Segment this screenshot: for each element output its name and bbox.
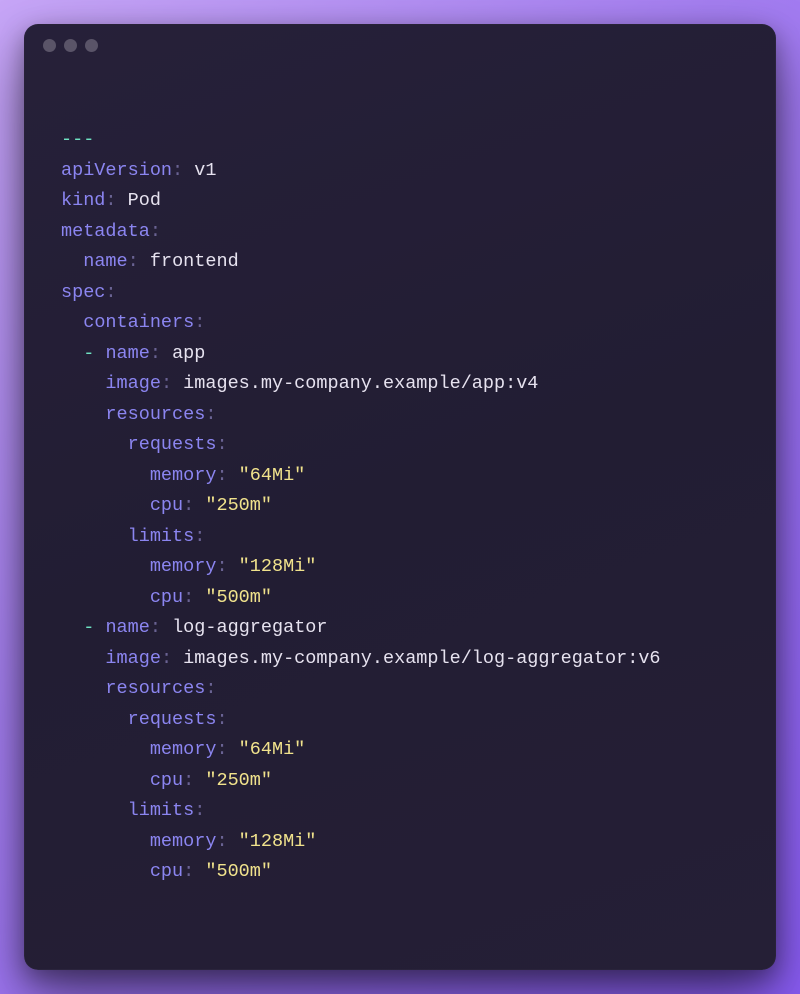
yaml-string: "250m" <box>205 770 272 791</box>
code-window: ---apiVersion: v1kind: Podmetadata: name… <box>24 24 776 970</box>
yaml-value: images.my-company.example/app:v4 <box>183 373 538 394</box>
yaml-key: name <box>83 251 127 272</box>
yaml-key: cpu <box>150 587 183 608</box>
yaml-key: image <box>105 648 161 669</box>
code-editor[interactable]: ---apiVersion: v1kind: Podmetadata: name… <box>25 65 775 969</box>
yaml-colon: : <box>216 556 227 577</box>
yaml-string: "128Mi" <box>239 556 317 577</box>
yaml-key: requests <box>128 434 217 455</box>
yaml-key: name <box>105 617 149 638</box>
code-line: memory: "128Mi" <box>61 827 739 858</box>
code-line: cpu: "500m" <box>61 583 739 614</box>
yaml-colon: : <box>216 434 227 455</box>
window-titlebar <box>25 25 775 65</box>
code-line: resources: <box>61 400 739 431</box>
yaml-string: "64Mi" <box>239 465 306 486</box>
yaml-colon: : <box>216 831 227 852</box>
yaml-doc-separator: --- <box>61 129 94 150</box>
yaml-colon: : <box>150 343 161 364</box>
yaml-key: memory <box>150 739 217 760</box>
code-line: metadata: <box>61 217 739 248</box>
yaml-value: images.my-company.example/log-aggregator… <box>183 648 660 669</box>
yaml-colon: : <box>183 587 194 608</box>
code-line: spec: <box>61 278 739 309</box>
code-line: --- <box>61 125 739 156</box>
yaml-value: v1 <box>194 160 216 181</box>
yaml-key: kind <box>61 190 105 211</box>
yaml-key: resources <box>105 678 205 699</box>
traffic-light-close-icon[interactable] <box>43 39 56 52</box>
code-line: kind: Pod <box>61 186 739 217</box>
yaml-colon: : <box>161 373 172 394</box>
yaml-key: name <box>105 343 149 364</box>
yaml-value: app <box>172 343 205 364</box>
yaml-colon: : <box>216 465 227 486</box>
yaml-key: limits <box>128 526 195 547</box>
code-line: containers: <box>61 308 739 339</box>
yaml-colon: : <box>194 800 205 821</box>
yaml-key: cpu <box>150 861 183 882</box>
yaml-key: memory <box>150 556 217 577</box>
yaml-string: "250m" <box>205 495 272 516</box>
yaml-key: spec <box>61 282 105 303</box>
yaml-colon: : <box>194 526 205 547</box>
code-line: image: images.my-company.example/app:v4 <box>61 369 739 400</box>
yaml-colon: : <box>183 495 194 516</box>
yaml-string: "500m" <box>205 861 272 882</box>
yaml-dash: - <box>83 617 94 638</box>
yaml-colon: : <box>150 221 161 242</box>
yaml-colon: : <box>194 312 205 333</box>
yaml-colon: : <box>105 282 116 303</box>
yaml-colon: : <box>161 648 172 669</box>
yaml-colon: : <box>105 190 116 211</box>
code-line: resources: <box>61 674 739 705</box>
code-line: memory: "64Mi" <box>61 461 739 492</box>
yaml-key: memory <box>150 465 217 486</box>
yaml-value: frontend <box>150 251 239 272</box>
code-line: image: images.my-company.example/log-agg… <box>61 644 739 675</box>
code-line: limits: <box>61 522 739 553</box>
code-line: memory: "128Mi" <box>61 552 739 583</box>
yaml-key: cpu <box>150 770 183 791</box>
yaml-colon: : <box>216 739 227 760</box>
code-line: - name: log-aggregator <box>61 613 739 644</box>
yaml-key: containers <box>83 312 194 333</box>
yaml-string: "64Mi" <box>239 739 306 760</box>
yaml-colon: : <box>183 861 194 882</box>
code-line: requests: <box>61 705 739 736</box>
yaml-key: apiVersion <box>61 160 172 181</box>
yaml-colon: : <box>128 251 139 272</box>
code-line: - name: app <box>61 339 739 370</box>
yaml-colon: : <box>172 160 183 181</box>
yaml-key: memory <box>150 831 217 852</box>
code-line: apiVersion: v1 <box>61 156 739 187</box>
yaml-colon: : <box>205 404 216 425</box>
yaml-key: cpu <box>150 495 183 516</box>
yaml-key: requests <box>128 709 217 730</box>
yaml-value: log-aggregator <box>172 617 327 638</box>
yaml-string: "500m" <box>205 587 272 608</box>
yaml-value: Pod <box>128 190 161 211</box>
traffic-light-minimize-icon[interactable] <box>64 39 77 52</box>
code-line: limits: <box>61 796 739 827</box>
code-line: cpu: "500m" <box>61 857 739 888</box>
traffic-light-zoom-icon[interactable] <box>85 39 98 52</box>
code-line: cpu: "250m" <box>61 491 739 522</box>
yaml-colon: : <box>216 709 227 730</box>
yaml-key: resources <box>105 404 205 425</box>
code-line: name: frontend <box>61 247 739 278</box>
yaml-colon: : <box>183 770 194 791</box>
yaml-key: image <box>105 373 161 394</box>
yaml-colon: : <box>205 678 216 699</box>
yaml-colon: : <box>150 617 161 638</box>
code-line: requests: <box>61 430 739 461</box>
yaml-dash: - <box>83 343 94 364</box>
yaml-key: metadata <box>61 221 150 242</box>
code-line: memory: "64Mi" <box>61 735 739 766</box>
yaml-string: "128Mi" <box>239 831 317 852</box>
code-line: cpu: "250m" <box>61 766 739 797</box>
yaml-key: limits <box>128 800 195 821</box>
